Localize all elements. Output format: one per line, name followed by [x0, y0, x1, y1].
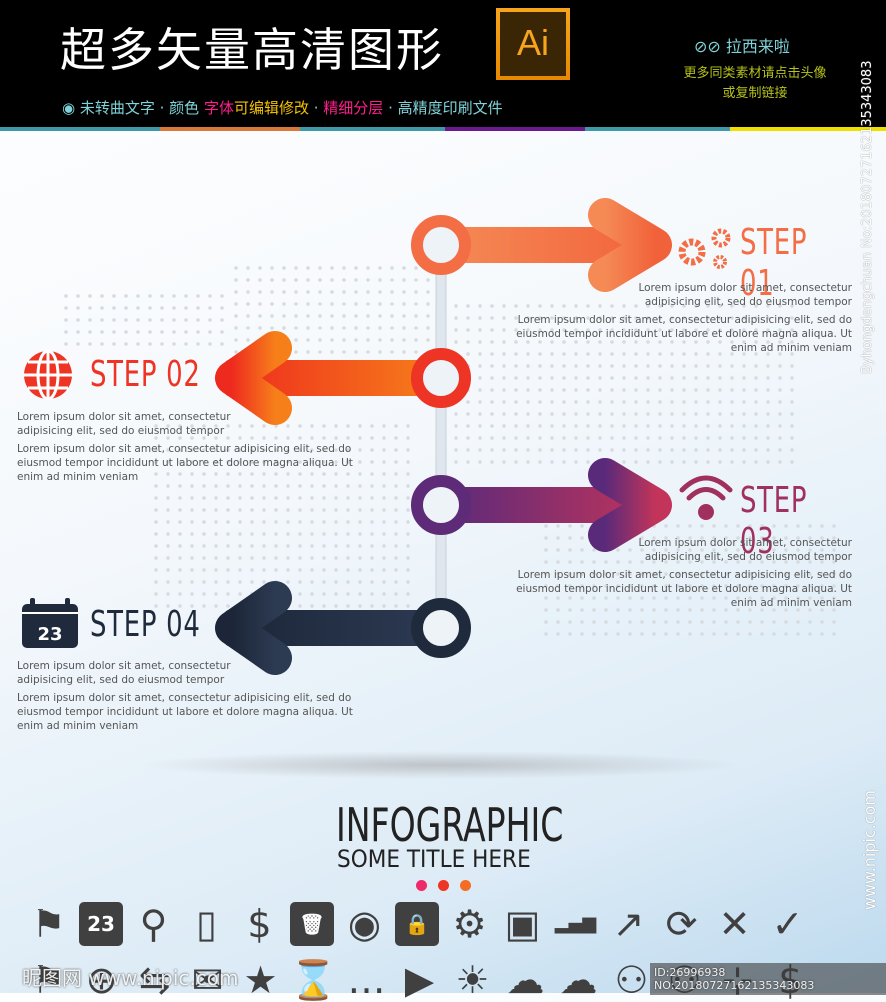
- phone-icon: ▯: [196, 902, 217, 946]
- calendar-icon: 23: [79, 902, 123, 946]
- step-node: [411, 348, 471, 408]
- step-01-description: Lorem ipsum dolor sit amet, consectetur …: [516, 314, 852, 354]
- wifi-icon: [679, 475, 733, 520]
- infographic-title: INFOGRAPHIC: [336, 798, 564, 852]
- decor-dot: [460, 880, 471, 891]
- icon-icon: ☁: [559, 958, 598, 1002]
- icon-icon: …: [347, 958, 386, 1002]
- signal-icon: ▂▄▆: [554, 913, 597, 934]
- step-02-summary: Lorem ipsum dolor sit amet, consectetur a…: [17, 411, 231, 437]
- gears-icon: [678, 228, 731, 269]
- icon-icon: ☁: [506, 958, 545, 1002]
- arrow-step-01: [441, 198, 672, 292]
- close-icon: ✕: [718, 902, 751, 946]
- timeline-line: [435, 244, 447, 631]
- arrow-step-02: [215, 331, 441, 425]
- step-node: [411, 215, 471, 275]
- svg-text:23: 23: [37, 624, 62, 645]
- calendar-icon: 23: [22, 598, 78, 648]
- decor-dot: [416, 880, 427, 891]
- step-02-label: STEP 02: [90, 354, 201, 395]
- icon-row-1: ⚑ 23 ⚲ ▯ $ 🗑 ◉ 🔒 ⚙ ▣ ▂▄▆ ↗ ⟳ ✕ ✓: [22, 902, 814, 946]
- decor-dot: [438, 880, 449, 891]
- step-04-summary: Lorem ipsum dolor sit amet, consectetur a…: [17, 660, 231, 686]
- step-01-summary: Lorem ipsum dolor sit amet, consectetur a…: [638, 282, 852, 308]
- trend-icon: ↗: [612, 902, 645, 946]
- step-03-summary: Lorem ipsum dolor sit amet, consectetur a…: [638, 537, 852, 563]
- step-node: [411, 598, 471, 658]
- check-icon: ✓: [771, 902, 804, 946]
- icon-icon: ▶: [404, 958, 435, 1002]
- id-watermark: ID:26996938 NO:20180727162135343083: [650, 963, 886, 995]
- shadow: [140, 751, 740, 779]
- icon-icon: ★: [243, 958, 278, 1002]
- arrow-step-04: [215, 581, 441, 675]
- icon-icon: ⌛: [289, 958, 338, 1002]
- step-04-label: STEP 04: [90, 604, 201, 645]
- lock-icon: 🔒: [395, 902, 439, 946]
- briefcase-icon: ▣: [504, 902, 541, 946]
- vertical-site-watermark: www.nipic.com: [860, 790, 879, 911]
- gears-icon: ⚙: [452, 902, 487, 946]
- globe-icon: [24, 349, 72, 401]
- wifi-icon: ◉: [347, 902, 382, 946]
- infographic-subtitle: SOME TITLE HERE: [337, 845, 531, 873]
- arrow-step-03: [441, 458, 672, 552]
- flag-icon: ⚑: [31, 902, 66, 946]
- step-04-description: Lorem ipsum dolor sit amet, consectetur …: [17, 692, 353, 732]
- dollar-icon: $: [247, 902, 272, 946]
- icon-icon: ☀: [455, 958, 490, 1002]
- step-node: [411, 475, 471, 535]
- trash-icon: 🗑: [290, 902, 334, 946]
- search-icon: ⚲: [139, 902, 168, 946]
- vertical-watermark: Byhongdengchuan No:20180727162135343083: [860, 60, 875, 374]
- refresh-icon: ⟳: [665, 902, 698, 946]
- step-03-description: Lorem ipsum dolor sit amet, consectetur …: [516, 569, 852, 609]
- step-02-description: Lorem ipsum dolor sit amet, consectetur …: [17, 443, 353, 483]
- site-watermark: 昵图网 www.nipic.com: [22, 966, 239, 990]
